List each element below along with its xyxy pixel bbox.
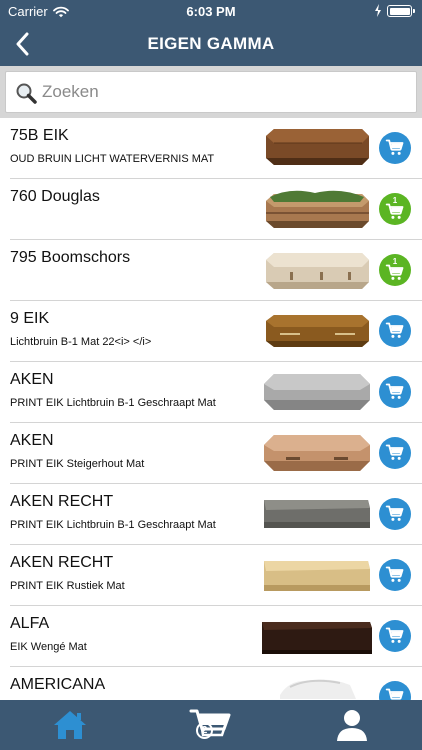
- product-name: 9 EIK: [10, 310, 50, 327]
- cart-item-count: 1: [392, 257, 398, 266]
- product-name: AKEN RECHT: [10, 554, 114, 571]
- add-to-cart-button[interactable]: [379, 315, 411, 347]
- user-icon: [337, 710, 367, 741]
- product-image: [264, 500, 370, 528]
- cart-icon: [385, 565, 405, 585]
- cart-icon: [385, 382, 405, 402]
- add-to-cart-button[interactable]: [379, 376, 411, 408]
- add-to-cart-button[interactable]: [379, 132, 411, 164]
- product-name: ALFA: [10, 615, 50, 632]
- search-input[interactable]: [42, 72, 402, 112]
- cart-icon: [385, 687, 405, 700]
- page-title: EIGEN GAMMA: [147, 34, 275, 53]
- product-image: [264, 374, 370, 410]
- cart-icon: [385, 321, 405, 341]
- tab-cart[interactable]: 2: [141, 700, 281, 750]
- product-row[interactable]: AMERICANA: [0, 667, 422, 700]
- product-image: [264, 435, 370, 471]
- product-name: AMERICANA: [10, 676, 106, 693]
- nav-bar: EIGEN GAMMA: [0, 22, 422, 66]
- cart-icon: [385, 263, 405, 283]
- cart-icon: [385, 138, 405, 158]
- product-image: [266, 315, 369, 347]
- tab-home[interactable]: [0, 700, 140, 750]
- product-image: [266, 190, 369, 228]
- product-description: OUD BRUIN LICHT WATERVERNIS MAT: [10, 153, 215, 165]
- product-row[interactable]: AKEN PRINT EIK Lichtbruin B-1 Geschraapt…: [0, 362, 422, 423]
- product-name: AKEN RECHT: [10, 493, 114, 510]
- search-icon: [16, 83, 37, 104]
- add-to-cart-button[interactable]: 1: [379, 193, 411, 225]
- product-image: [280, 679, 356, 699]
- product-description: EIK Wengé Mat: [10, 641, 87, 653]
- product-image: [262, 622, 372, 654]
- add-to-cart-button[interactable]: [379, 681, 411, 700]
- product-image: [266, 253, 369, 289]
- status-time: 6:03 PM: [186, 4, 236, 19]
- cart-icon: [385, 202, 405, 222]
- product-name: 795 Boomschors: [10, 249, 131, 266]
- product-row[interactable]: ALFA EIK Wengé Mat: [0, 606, 422, 667]
- product-row[interactable]: AKEN RECHT PRINT EIK Rustiek Mat: [0, 545, 422, 606]
- cart-icon: [385, 626, 405, 646]
- cart-icon: [385, 443, 405, 463]
- battery-icon: [387, 5, 415, 17]
- product-name: AKEN: [10, 371, 54, 388]
- product-description: PRINT EIK Lichtbruin B-1 Geschraapt Mat: [10, 397, 216, 409]
- product-row[interactable]: AKEN RECHT PRINT EIK Lichtbruin B-1 Gesc…: [0, 484, 422, 545]
- cart-item-count: 1: [392, 196, 398, 205]
- search-bar: [0, 66, 422, 118]
- cart-icon: [385, 504, 405, 524]
- product-row[interactable]: AKEN PRINT EIK Steigerhout Mat: [0, 423, 422, 484]
- product-description: Lichtbruin B-1 Mat 22<i> </i>: [10, 336, 152, 348]
- tab-bar: 2: [0, 700, 422, 750]
- add-to-cart-button[interactable]: [379, 620, 411, 652]
- product-row[interactable]: 795 Boomschors 1: [0, 240, 422, 301]
- product-description: PRINT EIK Rustiek Mat: [10, 580, 125, 592]
- product-image: [266, 129, 369, 165]
- product-row[interactable]: 75B EIK OUD BRUIN LICHT WATERVERNIS MAT: [0, 118, 422, 179]
- add-to-cart-button[interactable]: 1: [379, 254, 411, 286]
- product-name: AKEN: [10, 432, 54, 449]
- status-bar: Carrier 6:03 PM: [0, 0, 422, 22]
- product-description: PRINT EIK Steigerhout Mat: [10, 458, 145, 470]
- product-image: [264, 561, 370, 591]
- home-icon: [54, 711, 86, 739]
- add-to-cart-button[interactable]: [379, 437, 411, 469]
- tab-account[interactable]: [282, 700, 422, 750]
- product-list[interactable]: 75B EIK OUD BRUIN LICHT WATERVERNIS MAT …: [0, 118, 422, 700]
- product-row[interactable]: 760 Douglas 1: [0, 179, 422, 240]
- product-name: 760 Douglas: [10, 188, 100, 205]
- search-box[interactable]: [5, 71, 417, 113]
- charging-icon: [375, 4, 381, 17]
- product-name: 75B EIK: [10, 127, 69, 144]
- cart-badge: 2: [196, 722, 213, 739]
- product-description: PRINT EIK Lichtbruin B-1 Geschraapt Mat: [10, 519, 216, 531]
- add-to-cart-button[interactable]: [379, 559, 411, 591]
- add-to-cart-button[interactable]: [379, 498, 411, 530]
- product-row[interactable]: 9 EIK Lichtbruin B-1 Mat 22<i> </i>: [0, 301, 422, 362]
